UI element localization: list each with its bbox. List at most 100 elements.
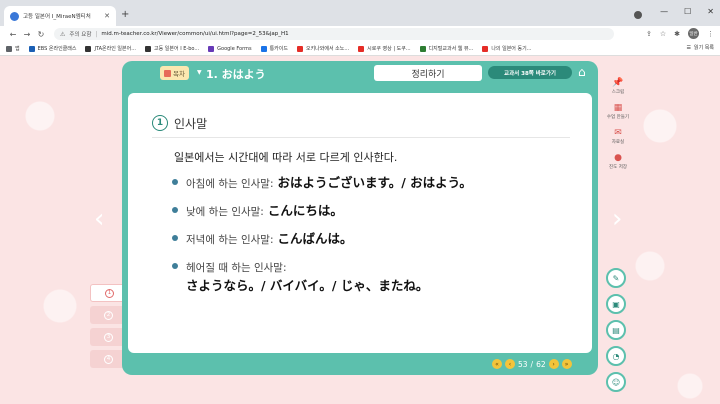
menu-icon[interactable]: ⋮ <box>707 30 714 38</box>
tool-button[interactable]: ✉ 자료실 <box>612 128 624 145</box>
section-button-label: 3 <box>104 332 113 342</box>
bookmark-label: 앱 <box>15 46 20 52</box>
reading-list-button[interactable]: ☰ 읽기 목록 <box>687 44 714 52</box>
next-page-icon[interactable]: › <box>548 359 559 369</box>
face-tool-icon[interactable]: ☺ <box>606 372 626 392</box>
tool-label: 수업 만들기 <box>606 115 630 120</box>
section-button-2[interactable]: 2 <box>90 306 126 324</box>
pin-icon: 📌 <box>612 78 624 88</box>
new-tab-icon[interactable]: + <box>121 9 129 21</box>
browser-tab[interactable]: 고등 일본어 I_MiraeN엠티처 ✕ <box>4 6 116 26</box>
first-page-icon[interactable]: « <box>492 359 502 369</box>
tool-label: 진도 저장 <box>609 165 627 170</box>
last-page-icon[interactable]: » <box>561 359 572 369</box>
maximize-icon[interactable]: ☐ <box>684 7 691 16</box>
greeting-label: 저녁에 하는 인사말: <box>186 234 274 246</box>
bookmark-item[interactable]: EBS 온라인클래스 <box>28 45 77 52</box>
bookmark-item[interactable]: 시로쿠 영상 | 도쿠... <box>358 45 411 52</box>
tool-label: 자료실 <box>611 140 625 145</box>
toc-label: 목차 <box>173 70 185 78</box>
list-item: 낮에 하는 인사말: こんにちは。 <box>172 201 572 221</box>
bookmark-item[interactable]: JTA온라인 일본어... <box>85 45 136 52</box>
prev-page-icon[interactable]: ‹ <box>505 359 515 369</box>
bookmark-item[interactable]: 통카이드 <box>260 45 288 52</box>
bookmark-label: 디지털교과서 웹 뷰... <box>428 46 474 52</box>
current-page: 53 <box>518 359 528 369</box>
mail-icon: ✉ <box>614 128 622 138</box>
tab-title: 고등 일본어 I_MiraeN엠티처 <box>23 14 91 20</box>
back-icon[interactable]: ← <box>6 30 20 39</box>
list-item: 헤어질 때 하는 인사말: さようなら。/ バイバイ。/ じゃ、またね。 <box>172 257 572 294</box>
chevron-down-icon[interactable]: ▼ <box>197 69 202 76</box>
folder-icon: ▦ <box>613 103 623 113</box>
bookmark-label: 고등 일본어 I E-bo... <box>154 46 200 52</box>
forward-icon[interactable]: → <box>20 30 34 39</box>
browser-tabstrip: 고등 일본어 I_MiraeN엠티처 ✕ + — ☐ ✕ <box>0 0 720 26</box>
section-button-3[interactable]: 3 <box>90 328 126 346</box>
extensions-icon[interactable]: ✱ <box>674 30 680 38</box>
toc-button[interactable]: 목차 <box>160 66 189 80</box>
warning-icon[interactable]: ⚠ <box>60 31 65 38</box>
security-status: 주의 요함 <box>69 32 92 38</box>
bookmark-item[interactable]: 오키나와에서 소노... <box>296 45 350 52</box>
bookmark-label: 오키나와에서 소노... <box>305 46 350 52</box>
board-tool-icon[interactable]: ▤ <box>606 320 626 340</box>
tool-label: 스크립 <box>611 90 625 95</box>
profile-avatar[interactable]: 일반 <box>688 28 699 39</box>
tool-button[interactable]: 📌 스크립 <box>612 78 624 95</box>
section-button-label: 1 <box>105 288 114 298</box>
page-separator: / <box>530 359 534 369</box>
lesson-title: 1. おはよう <box>206 68 266 81</box>
share-icon[interactable]: ⇪ <box>646 30 652 38</box>
bookmark-item[interactable]: Google Forms <box>208 45 252 52</box>
bookmark-favicon-icon <box>358 45 365 52</box>
bookmark-label: EBS 온라인클래스 <box>37 46 77 52</box>
tool-button[interactable]: ▦ 수업 만들기 <box>607 103 629 120</box>
right-tools: 📌 스크립 ▦ 수업 만들기 ✉ 자료실 ● 진도 저장 <box>604 78 632 170</box>
prev-page-arrow-icon[interactable]: ‹ <box>94 206 104 232</box>
next-page-arrow-icon[interactable]: › <box>612 206 622 232</box>
toolbar-actions: ⇪ ☆ ✱ 일반 ⋮ <box>646 28 714 39</box>
star-icon[interactable]: ☆ <box>660 30 666 38</box>
tool-button[interactable]: ● 진도 저장 <box>609 153 627 170</box>
viewer-page: ‹ › 1 2 3 4 목차 ▼ 1. おはよう 정리하기 교과서 38쪽 바로가기 … <box>0 56 720 404</box>
divider: | <box>95 30 98 38</box>
bookmark-item[interactable]: 고등 일본어 I E-bo... <box>145 45 199 52</box>
bookmark-favicon-icon <box>419 45 426 52</box>
section-button-1[interactable]: 1 <box>90 284 126 302</box>
location-icon: ● <box>614 153 622 163</box>
bookmark-label: 나의 일본어 동기... <box>491 46 532 52</box>
window-controls: — ☐ ✕ <box>660 7 714 16</box>
bookmark-item[interactable]: 나의 일본어 동기... <box>482 45 531 52</box>
list-item: 아침에 하는 인사말: おはようございます。/ おはよう。 <box>172 173 572 193</box>
bookmark-item[interactable]: 앱 <box>6 45 20 52</box>
tab-search-icon[interactable] <box>634 11 642 19</box>
section-button-4[interactable]: 4 <box>90 350 126 368</box>
greeting-label: 낮에 하는 인사말: <box>186 206 264 218</box>
timer-tool-icon[interactable]: ◔ <box>606 346 626 366</box>
greeting-label: 아침에 하는 인사말: <box>186 178 274 190</box>
intro-text: 일본에서는 시간대에 따라 서로 다르게 인사한다. <box>174 151 398 164</box>
book-icon <box>164 69 171 77</box>
round-tools: ✎ ▣ ▤ ◔ ☺ <box>606 268 626 392</box>
close-window-icon[interactable]: ✕ <box>707 7 714 16</box>
home-icon[interactable]: ⌂ <box>578 66 586 78</box>
tab-close-icon[interactable]: ✕ <box>104 12 110 20</box>
screen-tool-icon[interactable]: ▣ <box>606 294 626 314</box>
bookmark-label: 통카이드 <box>269 46 288 52</box>
greeting-japanese: こんにちは。 <box>267 203 343 218</box>
lesson-content: 1 인사말 일본에서는 시간대에 따라 서로 다르게 인사한다. 아침에 하는 … <box>128 93 592 353</box>
bookmark-item[interactable]: 디지털교과서 웹 뷰... <box>419 45 474 52</box>
textbook-link-button[interactable]: 교과서 38쪽 바로가기 <box>488 66 572 79</box>
pen-tool-icon[interactable]: ✎ <box>606 268 626 288</box>
reload-icon[interactable]: ↻ <box>34 30 48 39</box>
summary-button[interactable]: 정리하기 <box>374 65 482 81</box>
bookmark-favicon-icon <box>208 45 215 52</box>
bookmark-favicon-icon <box>482 45 489 52</box>
minimize-icon[interactable]: — <box>660 7 668 16</box>
bookmark-label: JTA온라인 일본어... <box>94 46 137 52</box>
address-bar[interactable]: ⚠ 주의 요함 | mid.m-teacher.co.kr/Viewer/com… <box>54 28 614 40</box>
greeting-japanese: おはようございます。/ おはよう。 <box>277 175 472 190</box>
bookmark-label: 시로쿠 영상 | 도쿠... <box>367 46 411 52</box>
bookmark-favicon-icon <box>145 45 152 52</box>
